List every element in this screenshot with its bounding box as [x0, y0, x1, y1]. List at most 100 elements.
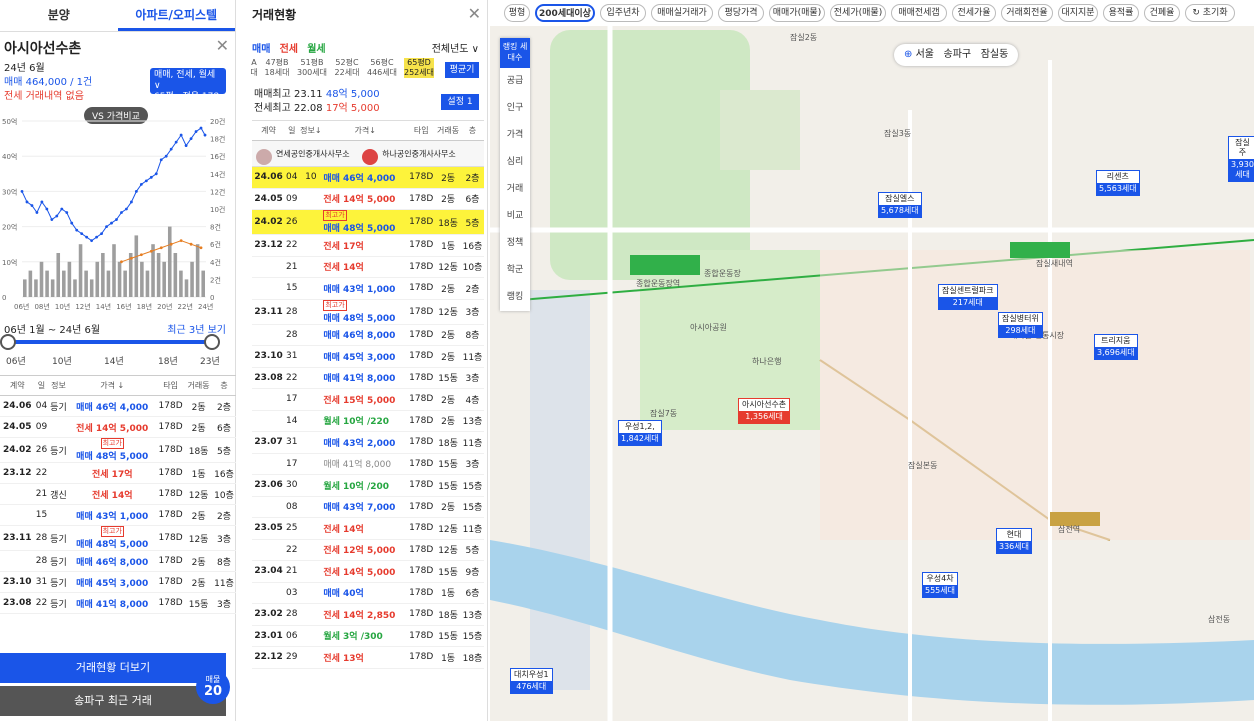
breadcrumb-district[interactable]: 송파구	[944, 49, 972, 60]
side-menu-item[interactable]: 가격	[500, 122, 530, 149]
recent-3y-link[interactable]: 최근 3년 보기	[167, 321, 226, 336]
close-icon[interactable]: ✕	[468, 4, 481, 23]
side-menu-item[interactable]: 공급	[500, 68, 530, 95]
filter-chip[interactable]: ↻ 초기화	[1185, 4, 1235, 22]
column-header[interactable]: 거래동	[435, 120, 461, 141]
table-row[interactable]: 08 매매 43억 7,000 178D 2동 15층	[252, 496, 484, 518]
table-row[interactable]: 23.11 28 등기 최고가 매매 48억 5,000 178D 12동 3층	[0, 525, 236, 551]
column-header[interactable]: 계약	[0, 375, 35, 396]
column-header[interactable]: 정보	[48, 375, 69, 396]
settings-button[interactable]: 설정 1	[441, 94, 479, 110]
column-header[interactable]: 타입	[155, 375, 186, 396]
filter-chip[interactable]: 대지지분	[1058, 4, 1098, 22]
table-row[interactable]: 23.12 22 전세 17억 178D 1동 16층	[252, 234, 484, 257]
table-row[interactable]: 23.12 22 전세 17억 178D 1동 16층	[0, 462, 236, 484]
table-row[interactable]: 23.05 25 전세 14억 178D 12동 11층	[252, 517, 484, 540]
filter-chip[interactable]: 매매가(매물)	[769, 4, 825, 22]
table-row[interactable]: 21 갱신 전세 14억 178D 12동 10층	[0, 483, 236, 505]
table-row[interactable]: 24.05 09 전세 14억 5,000 178D 2동 6층	[252, 188, 484, 210]
side-menu-item[interactable]: 심리	[500, 149, 530, 176]
table-row[interactable]: 24.02 26 등기 최고가 매매 48억 5,000 178D 18동 5층	[0, 437, 236, 463]
filter-deal[interactable]: 매매	[252, 44, 270, 55]
column-header[interactable]: 계약	[252, 120, 286, 141]
table-row[interactable]: 17 전세 15억 5,000 178D 2동 4층	[252, 388, 484, 411]
table-row[interactable]: 22.12 29 전세 13억 178D 1동 18층	[252, 646, 484, 669]
filter-chip[interactable]: 전세가(매물)	[830, 4, 886, 22]
filter-jeonse[interactable]: 전세	[280, 44, 298, 55]
table-row[interactable]: 23.08 22 매매 41억 8,000 178D 15동 3층	[252, 367, 484, 389]
filter-wolse[interactable]: 월세	[307, 44, 325, 55]
target-icon[interactable]: ⊕	[904, 49, 912, 60]
table-row[interactable]: 24.05 09 전세 14억 5,000 178D 2동 6층	[0, 416, 236, 438]
filter-chip[interactable]: 전세가율	[952, 4, 996, 22]
filter-chip[interactable]: 평당가격	[718, 4, 764, 22]
filter-chip[interactable]: 매매실거래가	[651, 4, 713, 22]
side-menu-item[interactable]: 거래	[500, 176, 530, 203]
table-row[interactable]: 23.02 28 전세 14억 2,850 178D 18동 13층	[252, 603, 484, 626]
filter-chip[interactable]: 용적률	[1103, 4, 1139, 22]
filter-chip[interactable]: 매매전세갭	[891, 4, 947, 22]
table-row[interactable]: 23.10 31 매매 45억 3,000 178D 2동 11층	[252, 345, 484, 368]
column-header[interactable]: 층	[212, 375, 236, 396]
complex-marker[interactable]: 리센츠 5,563세대	[1096, 170, 1140, 196]
complex-marker[interactable]: 아시아선수촌 1,356세대	[738, 398, 791, 424]
table-row[interactable]: 15 매매 43억 1,000 178D 2동 2층	[0, 504, 236, 526]
table-row[interactable]: 15 매매 43억 1,000 178D 2동 2층	[252, 277, 484, 300]
filter-chip[interactable]: 거래회전율	[1001, 4, 1053, 22]
column-header[interactable]: 층	[460, 120, 484, 141]
tab-apartment[interactable]: 아파트/오피스텔	[117, 0, 235, 31]
map-view[interactable]: 평형 200세대이상 입주년차 매매실거래가 평당가격 매매가(매물) 전세가(매물) 매매전…	[490, 0, 1254, 721]
year-select[interactable]: 전체년도 ∨	[432, 40, 479, 55]
breadcrumb-dong[interactable]: 잠실동	[981, 49, 1009, 60]
column-header[interactable]: 가격↓	[323, 120, 408, 141]
filter-chip[interactable]: 건폐율	[1144, 4, 1180, 22]
column-header[interactable]: 거래동	[185, 375, 212, 396]
complex-marker[interactable]: 잠실병터위 298세대	[998, 312, 1043, 338]
side-menu-item[interactable]: 랭킹	[500, 284, 530, 311]
table-row[interactable]: 23.07 31 매매 43억 2,000 178D 18동 11층	[252, 431, 484, 454]
table-row[interactable]: 23.04 21 전세 14억 5,000 178D 15동 9층	[252, 560, 484, 583]
complex-marker[interactable]: 잠실센트럴파크 217세대	[938, 284, 998, 310]
filter-chip[interactable]: 평형	[504, 4, 530, 22]
complex-marker[interactable]: 트리지움 3,696세대	[1094, 334, 1138, 360]
more-trades-button[interactable]: 거래현황 더보기	[0, 653, 226, 683]
table-row[interactable]: 23.10 31 등기 매매 45억 3,000 178D 2동 11층	[0, 571, 236, 593]
complex-marker[interactable]: 우성4차 555세대	[922, 572, 958, 598]
table-row[interactable]: 17 매매 41억 8,000 178D 15동 3층	[252, 453, 484, 475]
side-menu-item[interactable]: 랭킹 세대수	[500, 38, 530, 68]
complex-marker[interactable]: 현대 336세대	[996, 528, 1032, 554]
column-header[interactable]: 일	[34, 375, 49, 396]
size-option[interactable]: 47평B 18세대	[262, 58, 292, 78]
table-row[interactable]: 24.06 04 등기 매매 46억 4,000 178D 2동 2층	[0, 395, 236, 417]
table-row[interactable]: 23.08 22 등기 매매 41억 8,000 178D 15동 3층	[0, 592, 236, 614]
column-header[interactable]: 가격 ↓	[68, 375, 156, 396]
column-header[interactable]: 정보↓	[298, 120, 324, 141]
songpa-recent-button[interactable]: 송파구 최근 거래	[0, 686, 226, 716]
filter-chip[interactable]: 200세대이상	[535, 4, 595, 22]
agent-name[interactable]: 연세공인중개사사무소	[276, 149, 350, 158]
slider-start-handle[interactable]	[0, 334, 16, 350]
tab-presale[interactable]: 분양	[0, 0, 118, 31]
table-row[interactable]: 22 전세 12억 5,000 178D 12동 5층	[252, 539, 484, 561]
size-option[interactable]: 52평C 22세대	[332, 58, 362, 78]
table-row[interactable]: 28 등기 매매 46억 8,000 178D 2동 8층	[0, 550, 236, 572]
agent-name[interactable]: 하나공인중개사사무소	[382, 149, 456, 158]
table-row[interactable]: 24.06 04 10 매매 46억 4,000 178D 2동 2층	[252, 166, 484, 189]
breadcrumb-city[interactable]: 서울	[916, 49, 934, 60]
close-icon[interactable]: ✕	[216, 36, 229, 55]
slider-end-handle[interactable]	[204, 334, 220, 350]
size-option[interactable]: 65평D 252세대	[404, 58, 434, 78]
table-row[interactable]: 14 월세 10억 /220 178D 2동 13층	[252, 410, 484, 432]
table-row[interactable]: 23.01 06 월세 3억 /300 178D 15동 15층	[252, 625, 484, 647]
size-option[interactable]: 51평B 300세대	[296, 58, 328, 78]
complex-marker[interactable]: 우성1,2, 1,842세대	[618, 420, 662, 446]
size-option[interactable]: A대	[248, 58, 260, 78]
side-menu-item[interactable]: 학군	[500, 257, 530, 284]
table-row[interactable]: 24.02 26 최고가 매매 48억 5,000 178D 18동 5층	[252, 209, 484, 235]
column-header[interactable]: 일	[285, 120, 299, 141]
complex-marker[interactable]: 대치우성1 476세대	[510, 668, 553, 694]
side-menu-item[interactable]: 인구	[500, 95, 530, 122]
complex-marker[interactable]: 잠실엘스 5,678세대	[878, 192, 922, 218]
period-slider-track[interactable]	[6, 340, 212, 344]
listing-count-badge[interactable]: 매물 20	[196, 670, 230, 704]
